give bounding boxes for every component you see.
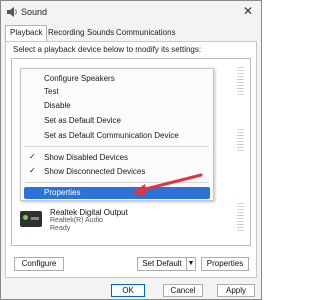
menu-item-label: Properties bbox=[44, 188, 81, 197]
level-meter bbox=[237, 67, 244, 97]
configure-button[interactable]: Configure bbox=[14, 257, 64, 271]
tab-sounds[interactable]: Sounds bbox=[87, 28, 114, 37]
menu-item-label: Show Disconnected Devices bbox=[44, 167, 146, 176]
sound-dialog: Sound ✕ Playback Recording Sounds Commun… bbox=[0, 0, 262, 300]
device-driver: Realtek(R) Audio bbox=[50, 217, 103, 224]
set-default-button[interactable]: Set Default bbox=[137, 257, 187, 271]
menu-separator bbox=[25, 146, 209, 147]
tab-recording[interactable]: Recording bbox=[48, 28, 84, 37]
checkmark-icon: ✓ bbox=[29, 152, 36, 161]
menu-item-label: Set as Default Device bbox=[44, 116, 121, 125]
menu-item-disable[interactable]: Disable bbox=[24, 100, 210, 112]
menu-item-label: Set as Default Communication Device bbox=[44, 131, 179, 140]
apply-button[interactable]: Apply bbox=[217, 284, 255, 297]
menu-item-label: Configure Speakers bbox=[44, 74, 115, 83]
properties-button[interactable]: Properties bbox=[201, 257, 249, 271]
cancel-button[interactable]: Cancel bbox=[163, 284, 203, 297]
menu-item-show-disabled-devices[interactable]: ✓ Show Disabled Devices bbox=[24, 152, 210, 164]
menu-item-configure-speakers[interactable]: Configure Speakers bbox=[24, 73, 210, 85]
checkmark-icon: ✓ bbox=[29, 166, 36, 175]
menu-item-label: Disable bbox=[44, 101, 71, 110]
device-name: Realtek Digital Output bbox=[50, 208, 128, 217]
level-meter bbox=[237, 129, 244, 153]
digital-output-icon bbox=[20, 211, 42, 227]
menu-item-label: Show Disabled Devices bbox=[44, 153, 129, 162]
device-status: Ready bbox=[50, 225, 71, 232]
context-menu: Configure Speakers Test Disable Set as D… bbox=[20, 68, 214, 201]
instruction-text: Select a playback device below to modify… bbox=[13, 45, 202, 54]
menu-item-test[interactable]: Test bbox=[24, 86, 210, 98]
menu-item-set-default-communication-device[interactable]: Set as Default Communication Device bbox=[24, 130, 210, 142]
menu-separator bbox=[25, 182, 209, 183]
set-default-dropdown-icon[interactable]: ▼ bbox=[186, 257, 196, 271]
menu-item-show-disconnected-devices[interactable]: ✓ Show Disconnected Devices bbox=[24, 166, 210, 178]
close-icon[interactable]: ✕ bbox=[243, 4, 253, 18]
device-item-realtek-digital-output[interactable]: Realtek Digital Output Realtek(R) Audio … bbox=[12, 199, 250, 239]
menu-item-set-default-device[interactable]: Set as Default Device bbox=[24, 115, 210, 127]
menu-item-properties[interactable]: Properties bbox=[24, 187, 210, 199]
tab-playback[interactable]: Playback bbox=[5, 25, 48, 41]
speaker-icon bbox=[7, 7, 17, 17]
menu-item-label: Test bbox=[44, 87, 59, 96]
tab-communications[interactable]: Communications bbox=[116, 28, 176, 37]
ok-button[interactable]: OK bbox=[111, 284, 145, 297]
window-title: Sound bbox=[21, 7, 48, 17]
title-bar: Sound ✕ bbox=[1, 1, 261, 23]
